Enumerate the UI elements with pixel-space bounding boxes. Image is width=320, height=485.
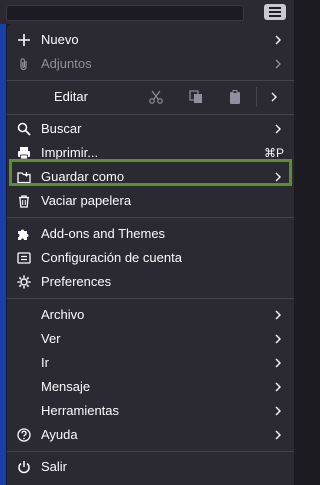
scissors-icon[interactable] — [148, 89, 164, 105]
menu-item-archivo[interactable]: Archivo — [7, 303, 294, 327]
paperclip-icon — [17, 57, 31, 71]
address-field[interactable] — [6, 5, 244, 21]
menu-item-ver[interactable]: Ver — [7, 327, 294, 351]
chevron-right-icon — [274, 428, 282, 442]
account-settings-icon — [17, 251, 31, 265]
power-icon — [17, 460, 31, 474]
menu-item-adjuntos[interactable]: Adjuntos — [7, 52, 294, 76]
gear-icon — [17, 275, 31, 289]
menu-item-label: Buscar — [41, 121, 82, 136]
menu-item-label: Adjuntos — [41, 56, 92, 71]
menu-item-label: Salir — [41, 459, 68, 474]
menu-item-label: Nuevo — [41, 32, 79, 47]
menu-item-mensaje[interactable]: Mensaje — [7, 375, 294, 399]
menu-item-nuevo[interactable]: Nuevo — [7, 28, 294, 52]
toolbar — [0, 0, 294, 24]
puzzle-icon — [17, 227, 31, 241]
chevron-right-icon — [274, 57, 282, 71]
chevron-right-icon — [274, 122, 282, 136]
menu-item-vaciar-papelera[interactable]: Vaciar papelera — [7, 189, 294, 213]
menu-item-buscar[interactable]: Buscar — [7, 117, 294, 141]
menu-item-ayuda[interactable]: Ayuda — [7, 423, 294, 447]
chevron-right-icon — [274, 308, 282, 322]
menu-item-label: Configuración de cuenta — [41, 250, 182, 265]
background-window-edge — [0, 24, 6, 485]
chevron-right-icon — [274, 404, 282, 418]
menu-item-label: Mensaje — [41, 379, 91, 394]
menu-item-label: Add-ons and Themes — [41, 226, 166, 241]
copy-icon[interactable] — [188, 89, 204, 105]
menu-item-addons[interactable]: Add-ons and Themes — [7, 222, 294, 246]
paste-icon[interactable] — [227, 89, 243, 105]
chevron-right-icon — [274, 332, 282, 346]
separator — [7, 298, 294, 299]
menu-item-salir[interactable]: Salir — [7, 455, 294, 479]
help-icon — [17, 428, 31, 442]
menu-item-label: Imprimir... — [41, 145, 99, 160]
app-menu-button[interactable] — [264, 4, 286, 20]
chevron-right-icon — [274, 356, 282, 370]
chevron-right-icon[interactable] — [270, 90, 278, 106]
edit-row: Editar — [7, 83, 294, 111]
separator — [7, 451, 294, 452]
menu-item-herramientas[interactable]: Herramientas — [7, 399, 294, 423]
menu-item-label: Herramientas — [41, 403, 120, 418]
trash-icon — [17, 194, 31, 208]
menu-item-label: Preferences — [41, 274, 112, 289]
separator — [7, 114, 294, 115]
search-icon — [17, 122, 31, 136]
shortcut-label: ⌘P — [263, 146, 284, 160]
menu-item-label: Ver — [41, 331, 61, 346]
menu-item-label: Ayuda — [41, 427, 78, 442]
chevron-right-icon — [274, 33, 282, 47]
printer-icon — [17, 146, 31, 160]
chevron-right-icon — [274, 380, 282, 394]
app-menu-panel: Nuevo Adjuntos Editar Buscar Imprimir...… — [7, 24, 294, 485]
menu-item-configuracion-cuenta[interactable]: Configuración de cuenta — [7, 246, 294, 270]
menu-item-label: Vaciar papelera — [41, 193, 132, 208]
separator — [7, 80, 294, 81]
separator — [7, 217, 294, 218]
plus-icon — [17, 33, 31, 47]
divider — [256, 87, 257, 107]
edit-label: Editar — [54, 89, 88, 104]
menu-item-label: Ir — [41, 355, 49, 370]
menu-item-preferences[interactable]: Preferences — [7, 270, 294, 294]
guardar-como-highlight — [9, 159, 292, 186]
menu-item-ir[interactable]: Ir — [7, 351, 294, 375]
hamburger-icon — [269, 7, 281, 17]
menu-item-label: Archivo — [41, 307, 85, 322]
